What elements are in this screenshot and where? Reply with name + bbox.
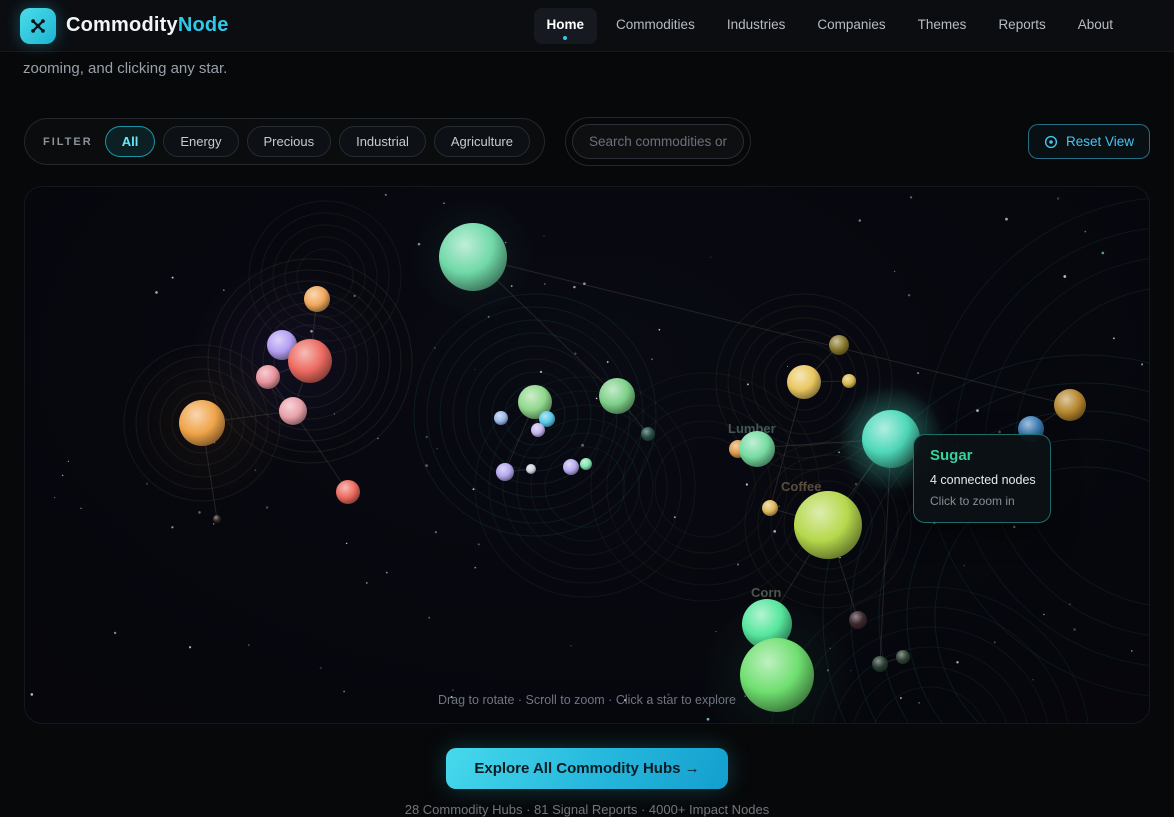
nav-item[interactable]: Companies — [804, 8, 898, 44]
commodity-node[interactable] — [740, 638, 814, 712]
filter-chip[interactable]: Industrial — [339, 126, 426, 157]
commodity-node[interactable] — [526, 464, 536, 474]
reset-view-button[interactable]: Reset View — [1028, 124, 1150, 159]
filter-chip[interactable]: Precious — [247, 126, 332, 157]
reset-view-label: Reset View — [1066, 134, 1134, 149]
commodity-node[interactable] — [213, 515, 221, 523]
commodity-node[interactable] — [304, 286, 330, 312]
header: CommodityNode Home Commodities Industrie… — [0, 0, 1174, 52]
commodity-node[interactable] — [829, 335, 849, 355]
filter-group: FILTER All Energy Precious Industrial Ag… — [24, 118, 545, 165]
commodity-node[interactable] — [179, 400, 225, 446]
commodity-node-sugar[interactable] — [862, 410, 920, 468]
intro-text: zooming, and clicking any star. — [23, 60, 1174, 77]
tooltip-hint: Click to zoom in — [930, 494, 1034, 508]
commodity-node[interactable] — [762, 500, 778, 516]
controls-row: FILTER All Energy Precious Industrial Ag… — [24, 117, 1150, 166]
brand-primary: Commodity — [66, 14, 178, 36]
commodity-node[interactable] — [580, 458, 592, 470]
commodity-node[interactable] — [496, 463, 514, 481]
starfield-canvas[interactable]: LumberCoffeeCorn Drag to rotate · Scroll… — [24, 186, 1150, 724]
commodity-node[interactable] — [739, 431, 775, 467]
commodity-node[interactable] — [896, 650, 910, 664]
nav-item[interactable]: Themes — [905, 8, 980, 44]
filter-chip[interactable]: Energy — [163, 126, 238, 157]
search-input[interactable] — [572, 124, 744, 159]
commodity-node[interactable] — [1054, 389, 1086, 421]
commodity-node[interactable] — [494, 411, 508, 425]
tooltip-title: Sugar — [930, 447, 1034, 464]
brand[interactable]: CommodityNode — [20, 8, 229, 44]
commodity-node[interactable] — [531, 423, 545, 437]
commodity-node[interactable] — [439, 223, 507, 291]
explore-hubs-button[interactable]: Explore All Commodity Hubs → — [446, 748, 727, 789]
nav-item[interactable]: About — [1065, 8, 1126, 44]
commodity-node[interactable] — [599, 378, 635, 414]
reset-target-icon — [1044, 135, 1058, 149]
search-container — [565, 117, 751, 166]
cta-row: Explore All Commodity Hubs → — [0, 748, 1174, 789]
commodity-node[interactable] — [641, 427, 655, 441]
node-tooltip: Sugar 4 connected nodes Click to zoom in — [913, 434, 1051, 523]
filter-chip[interactable]: Agriculture — [434, 126, 530, 157]
brand-title: CommodityNode — [66, 14, 229, 37]
nav-item[interactable]: Industries — [714, 8, 799, 44]
commodity-node[interactable] — [256, 365, 280, 389]
filter-label: FILTER — [43, 136, 93, 148]
brand-secondary: Node — [178, 14, 229, 36]
commodity-node[interactable] — [288, 339, 332, 383]
filter-chips: All Energy Precious Industrial Agricultu… — [105, 126, 530, 157]
commodity-node[interactable] — [794, 491, 862, 559]
nav-item[interactable]: Reports — [985, 8, 1058, 44]
commodity-node[interactable] — [787, 365, 821, 399]
commodity-node[interactable] — [872, 656, 888, 672]
scene-label-corn: Corn — [751, 585, 781, 600]
commodity-node[interactable] — [279, 397, 307, 425]
main-nav: Home Commodities Industries Companies Th… — [534, 8, 1126, 44]
filter-chip[interactable]: All — [105, 126, 156, 157]
page: CommodityNode Home Commodities Industrie… — [0, 0, 1174, 817]
commodity-node[interactable] — [849, 611, 867, 629]
commodity-node[interactable] — [336, 480, 360, 504]
commodity-node[interactable] — [563, 459, 579, 475]
commodity-node[interactable] — [842, 374, 856, 388]
node-logo-icon — [20, 8, 56, 44]
nav-item[interactable]: Commodities — [603, 8, 708, 44]
footer-stats: 28 Commodity Hubs · 81 Signal Reports · … — [0, 802, 1174, 817]
tooltip-subtitle: 4 connected nodes — [930, 473, 1034, 487]
nav-item[interactable]: Home — [534, 8, 598, 44]
active-indicator-dot — [563, 36, 567, 40]
scene-label-coffee: Coffee — [781, 479, 821, 494]
